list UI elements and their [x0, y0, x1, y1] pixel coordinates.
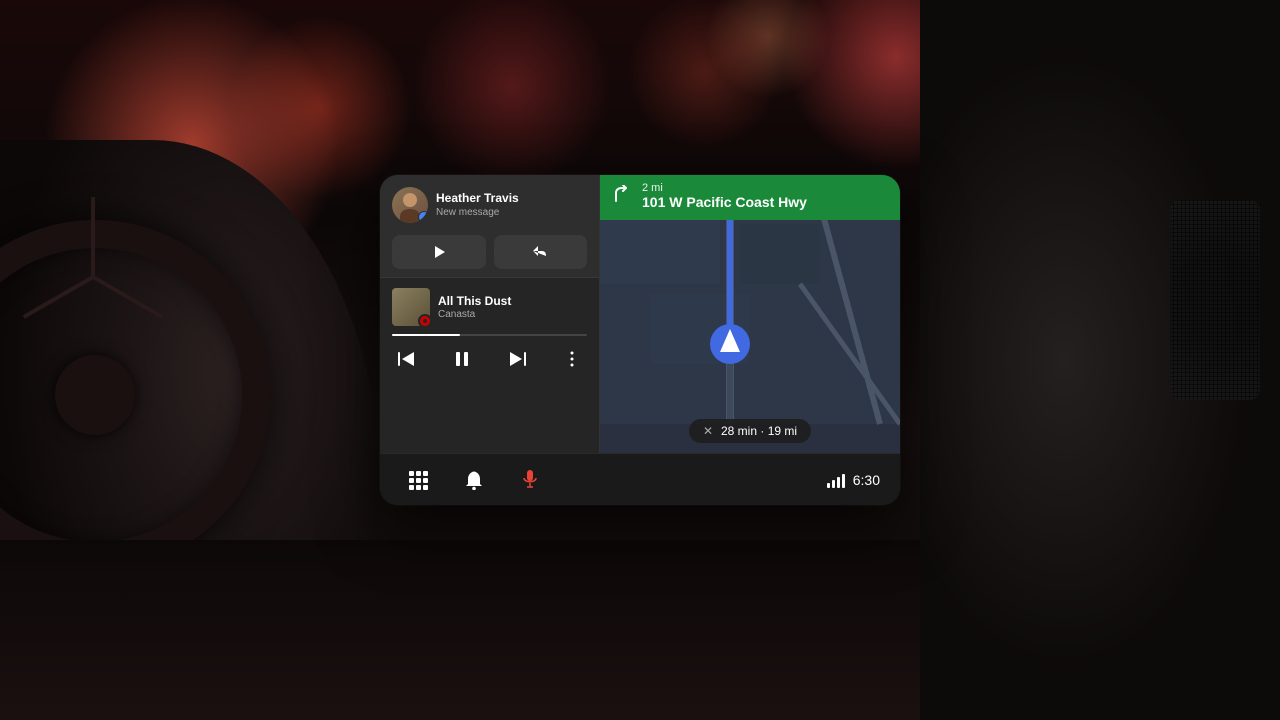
prev-track-button[interactable]	[392, 344, 422, 374]
turn-icon	[612, 185, 632, 210]
artist-name: Canasta	[438, 309, 587, 320]
mic-button[interactable]	[512, 462, 548, 498]
contact-name: Heather Travis	[436, 191, 587, 205]
eta-close-icon[interactable]: ✕	[703, 424, 713, 438]
more-options-button[interactable]	[557, 344, 587, 374]
eta-time: 28 min	[721, 424, 757, 438]
album-art-record	[418, 314, 432, 328]
display-main: Heather Travis New message	[380, 175, 900, 453]
signal-bar-3	[837, 477, 840, 488]
clock: 6:30	[853, 472, 880, 488]
apps-button[interactable]	[400, 462, 436, 498]
dashboard-right	[920, 0, 1280, 720]
turn-info: 2 mi 101 W Pacific Coast Hwy	[642, 183, 807, 212]
message-actions	[392, 231, 587, 269]
message-info: Heather Travis New message	[436, 191, 587, 218]
pause-button[interactable]	[447, 344, 477, 374]
map-panel[interactable]: 2 mi 101 W Pacific Coast Hwy ✕ 28 min · …	[600, 175, 900, 453]
turn-distance: 2 mi	[642, 183, 807, 194]
album-art	[392, 288, 430, 326]
bottom-left	[400, 462, 548, 498]
avatar-badge	[418, 211, 428, 223]
turn-banner: 2 mi 101 W Pacific Coast Hwy	[600, 175, 900, 220]
music-controls	[392, 344, 587, 374]
next-track-button[interactable]	[502, 344, 532, 374]
display-screen: Heather Travis New message	[380, 175, 900, 505]
eta-badge: ✕ 28 min · 19 mi	[689, 419, 811, 443]
avatar	[392, 187, 428, 223]
signal-bar-1	[827, 483, 830, 488]
music-header: All This Dust Canasta	[392, 288, 587, 326]
signal-bar-2	[832, 480, 835, 488]
signal-bars	[827, 472, 845, 488]
eta-text: 28 min · 19 mi	[721, 424, 797, 438]
progress-fill	[392, 334, 460, 336]
message-card[interactable]: Heather Travis New message	[380, 175, 599, 278]
left-panel: Heather Travis New message	[380, 175, 600, 453]
message-subtitle: New message	[436, 206, 587, 219]
signal-bar-4	[842, 474, 845, 488]
bottom-right: 6:30	[827, 472, 880, 488]
notifications-button[interactable]	[456, 462, 492, 498]
turn-street: 101 W Pacific Coast Hwy	[642, 194, 807, 210]
eta-distance: 19 mi	[768, 424, 797, 438]
progress-bar[interactable]	[392, 334, 587, 336]
song-title: All This Dust	[438, 294, 587, 308]
play-button[interactable]	[392, 235, 486, 269]
speaker-grille	[1170, 200, 1260, 400]
reply-button[interactable]	[494, 235, 588, 269]
message-header: Heather Travis New message	[392, 187, 587, 223]
music-info: All This Dust Canasta	[438, 294, 587, 319]
steering-wheel	[0, 220, 270, 570]
android-auto-display: Heather Travis New message	[380, 175, 900, 505]
music-card: All This Dust Canasta	[380, 278, 599, 453]
eta-separator: ·	[760, 424, 767, 438]
bottom-bar: 6:30	[380, 453, 900, 505]
